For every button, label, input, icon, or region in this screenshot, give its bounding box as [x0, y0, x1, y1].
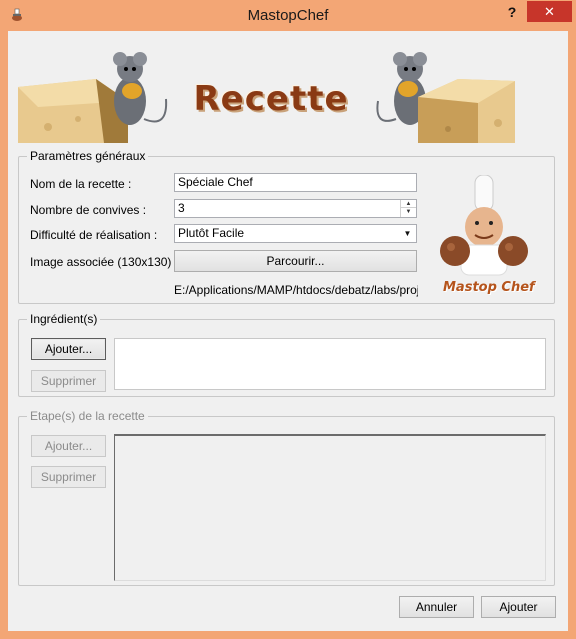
recipe-banner: Recette — [18, 39, 515, 143]
app-window: MastopChef ? ✕ Recette Paramètres généra… — [0, 0, 576, 639]
submit-button[interactable]: Ajouter — [481, 596, 556, 618]
difficulty-label: Difficulté de réalisation : — [30, 228, 158, 242]
browse-button[interactable]: Parcourir... — [174, 250, 417, 272]
window-title: MastopChef — [247, 7, 329, 24]
chevron-down-icon[interactable]: ▼ — [401, 227, 414, 240]
image-label: Image associée (130x130) : — [30, 255, 179, 269]
dialog-body: Recette Paramètres généraux Nom de la re… — [8, 31, 568, 631]
guests-value: 3 — [178, 201, 185, 215]
remove-ingredient-button: Supprimer — [31, 370, 106, 392]
close-button[interactable]: ✕ — [527, 1, 572, 22]
steps-list — [114, 434, 546, 581]
image-path: E:/Applications/MAMP/htdocs/debatz/labs/… — [174, 283, 418, 297]
add-ingredient-button[interactable]: Ajouter... — [31, 338, 106, 360]
difficulty-value: Plutôt Facile — [178, 226, 245, 240]
recipe-name-label: Nom de la recette : — [30, 177, 132, 191]
guests-spin-arrows[interactable]: ▲ ▼ — [400, 200, 416, 217]
steps-title: Etape(s) de la recette — [27, 409, 148, 423]
guests-spinbox[interactable]: 3 ▲ ▼ — [174, 199, 417, 218]
ingredients-title: Ingrédient(s) — [27, 312, 101, 326]
banner-title: Recette — [193, 79, 349, 119]
help-button[interactable]: ? — [500, 2, 524, 22]
recipe-name-input[interactable]: Spéciale Chef — [174, 173, 417, 192]
title-bar[interactable]: MastopChef ? ✕ — [0, 0, 576, 31]
add-step-button: Ajouter... — [31, 435, 106, 457]
chef-caption: Mastop Chef — [443, 280, 535, 295]
general-settings-group: Paramètres généraux Nom de la recette : … — [18, 149, 555, 304]
guests-label: Nombre de convives : — [30, 203, 147, 217]
general-settings-title: Paramètres généraux — [27, 149, 149, 163]
steps-group: Etape(s) de la recette Ajouter... Suppri… — [18, 409, 555, 586]
remove-step-button: Supprimer — [31, 466, 106, 488]
cancel-button[interactable]: Annuler — [399, 596, 474, 618]
difficulty-select[interactable]: Plutôt Facile ▼ — [174, 224, 417, 243]
spin-up-icon[interactable]: ▲ — [401, 200, 416, 208]
ingredients-group: Ingrédient(s) Ajouter... Supprimer — [18, 312, 555, 397]
ingredients-list[interactable] — [114, 338, 546, 390]
spin-down-icon[interactable]: ▼ — [401, 208, 416, 216]
